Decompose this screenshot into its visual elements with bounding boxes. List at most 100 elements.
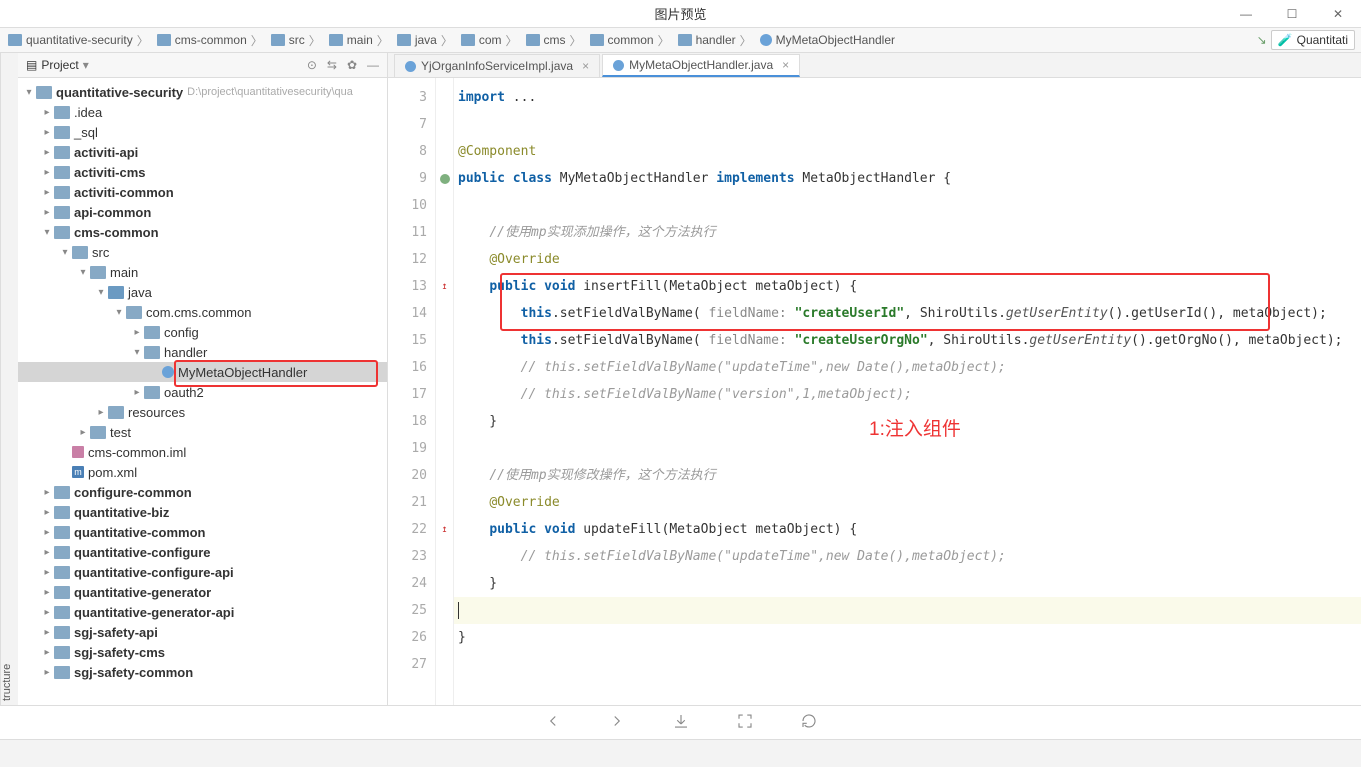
tree-row[interactable]: ·cms-common.iml bbox=[18, 442, 387, 462]
next-icon[interactable] bbox=[608, 712, 626, 733]
code-line[interactable]: import ... bbox=[454, 84, 1361, 111]
tree-row[interactable]: ▾handler bbox=[18, 342, 387, 362]
tree-row[interactable]: ▸quantitative-generator bbox=[18, 582, 387, 602]
override-icon[interactable]: ↥ bbox=[441, 281, 447, 292]
tree-row[interactable]: ▸quantitative-configure bbox=[18, 542, 387, 562]
code-line[interactable]: } bbox=[454, 624, 1361, 651]
tree-row[interactable]: ▾java bbox=[18, 282, 387, 302]
code-line[interactable]: // this.setFieldValByName("updateTime",n… bbox=[454, 543, 1361, 570]
tree-row[interactable]: ▸sgj-safety-common bbox=[18, 662, 387, 682]
tree-row[interactable]: ▾src bbox=[18, 242, 387, 262]
tree-row[interactable]: ▸sgj-safety-api bbox=[18, 622, 387, 642]
chevron-down-icon[interactable]: ▾ bbox=[130, 347, 144, 358]
fullscreen-icon[interactable] bbox=[736, 712, 754, 733]
tree-row[interactable]: ▸_sql bbox=[18, 122, 387, 142]
prev-icon[interactable] bbox=[544, 712, 562, 733]
chevron-right-icon[interactable]: ▸ bbox=[40, 507, 54, 518]
tree-row[interactable]: ▸activiti-cms bbox=[18, 162, 387, 182]
chevron-right-icon[interactable]: ▸ bbox=[40, 647, 54, 658]
tree-root[interactable]: ▾ quantitative-security D:\project\quant… bbox=[18, 82, 387, 102]
tree-row[interactable]: ▸quantitative-biz bbox=[18, 502, 387, 522]
breadcrumb-item[interactable]: quantitative-security〉 bbox=[6, 32, 155, 49]
tree-row[interactable]: ▾com.cms.common bbox=[18, 302, 387, 322]
tree-row[interactable]: ▾cms-common bbox=[18, 222, 387, 242]
chevron-down-icon[interactable]: ▾ bbox=[76, 267, 90, 278]
breadcrumb-item[interactable]: handler〉 bbox=[676, 32, 758, 49]
chevron-right-icon[interactable]: ▸ bbox=[40, 167, 54, 178]
chevron-right-icon[interactable]: ▸ bbox=[40, 567, 54, 578]
tree-row[interactable]: ▾main bbox=[18, 262, 387, 282]
chevron-right-icon[interactable]: ▸ bbox=[40, 587, 54, 598]
code-line[interactable]: @Override bbox=[454, 489, 1361, 516]
code-line[interactable] bbox=[454, 651, 1361, 678]
breadcrumb-item[interactable]: main〉 bbox=[327, 32, 395, 49]
tree-row[interactable]: ▸activiti-common bbox=[18, 182, 387, 202]
chevron-right-icon[interactable]: ▸ bbox=[40, 627, 54, 638]
code-line[interactable]: // this.setFieldValByName("updateTime",n… bbox=[454, 354, 1361, 381]
breadcrumb-item[interactable]: src〉 bbox=[269, 32, 327, 49]
code-line[interactable]: public void insertFill(MetaObject metaOb… bbox=[454, 273, 1361, 300]
project-tool-button[interactable]: 1: Project bbox=[0, 53, 18, 705]
implements-icon[interactable] bbox=[440, 174, 450, 184]
minimize-button[interactable]: — bbox=[1223, 0, 1269, 28]
code-line[interactable] bbox=[454, 111, 1361, 138]
collapse-icon[interactable]: ⇆ bbox=[327, 58, 337, 72]
code-line[interactable] bbox=[454, 597, 1361, 624]
structure-tool-button[interactable]: tructure bbox=[0, 625, 18, 705]
code-line[interactable]: this.setFieldValByName( fieldName: "crea… bbox=[454, 300, 1361, 327]
editor-tab[interactable]: MyMetaObjectHandler.java× bbox=[602, 54, 800, 77]
breadcrumb[interactable]: quantitative-security〉cms-common〉src〉mai… bbox=[6, 32, 1257, 49]
dropdown-icon[interactable]: ▾ bbox=[83, 58, 89, 72]
code-line[interactable]: public void updateFill(MetaObject metaOb… bbox=[454, 516, 1361, 543]
chevron-down-icon[interactable]: ▾ bbox=[58, 247, 72, 258]
code-line[interactable]: //使用mp实现添加操作，这个方法执行 bbox=[454, 219, 1361, 246]
chevron-right-icon[interactable]: ▸ bbox=[130, 327, 144, 338]
code-line[interactable]: //使用mp实现修改操作，这个方法执行 bbox=[454, 462, 1361, 489]
chevron-down-icon[interactable]: ▾ bbox=[40, 227, 54, 238]
breadcrumb-item[interactable]: cms〉 bbox=[524, 32, 588, 49]
tree-row[interactable]: ▸api-common bbox=[18, 202, 387, 222]
analyze-icon[interactable]: ↘ bbox=[1257, 33, 1267, 47]
code-line[interactable]: // this.setFieldValByName("version",1,me… bbox=[454, 381, 1361, 408]
target-icon[interactable]: ⊙ bbox=[307, 58, 317, 72]
code-line[interactable]: @Component bbox=[454, 138, 1361, 165]
chevron-down-icon[interactable]: ▾ bbox=[112, 307, 126, 318]
breadcrumb-item[interactable]: java〉 bbox=[395, 32, 459, 49]
breadcrumb-item[interactable]: com〉 bbox=[459, 32, 524, 49]
code-line[interactable]: } bbox=[454, 570, 1361, 597]
code-editor[interactable]: 3789101112131415161718192021222324252627… bbox=[388, 78, 1361, 705]
override-icon[interactable]: ↥ bbox=[441, 524, 447, 535]
chevron-right-icon[interactable]: ▸ bbox=[130, 387, 144, 398]
chevron-right-icon[interactable]: ▸ bbox=[40, 187, 54, 198]
hide-icon[interactable]: — bbox=[367, 58, 379, 72]
close-icon[interactable]: × bbox=[782, 58, 789, 72]
chevron-right-icon[interactable]: ▸ bbox=[40, 527, 54, 538]
editor-tab[interactable]: YjOrganInfoServiceImpl.java× bbox=[394, 54, 600, 77]
tree-row[interactable]: ▸resources bbox=[18, 402, 387, 422]
code-line[interactable] bbox=[454, 192, 1361, 219]
chevron-down-icon[interactable]: ▾ bbox=[22, 87, 36, 98]
tree-row[interactable]: ▸quantitative-generator-api bbox=[18, 602, 387, 622]
chevron-right-icon[interactable]: ▸ bbox=[94, 407, 108, 418]
tree-row[interactable]: ▸activiti-api bbox=[18, 142, 387, 162]
tree-row[interactable]: ▸oauth2 bbox=[18, 382, 387, 402]
download-icon[interactable] bbox=[672, 712, 690, 733]
tree-row[interactable]: ▸test bbox=[18, 422, 387, 442]
tree-row[interactable]: ▸configure-common bbox=[18, 482, 387, 502]
chevron-right-icon[interactable]: ▸ bbox=[76, 427, 90, 438]
chevron-right-icon[interactable]: ▸ bbox=[40, 607, 54, 618]
chevron-right-icon[interactable]: ▸ bbox=[40, 487, 54, 498]
chevron-right-icon[interactable]: ▸ bbox=[40, 127, 54, 138]
tree-row[interactable]: ·mpom.xml bbox=[18, 462, 387, 482]
code-line[interactable]: public class MyMetaObjectHandler impleme… bbox=[454, 165, 1361, 192]
tree-row[interactable]: ▸quantitative-configure-api bbox=[18, 562, 387, 582]
chevron-right-icon[interactable]: ▸ bbox=[40, 207, 54, 218]
tree-row[interactable]: ▸.idea bbox=[18, 102, 387, 122]
chevron-right-icon[interactable]: ▸ bbox=[40, 107, 54, 118]
code-line[interactable]: this.setFieldValByName( fieldName: "crea… bbox=[454, 327, 1361, 354]
tree-row[interactable]: ▸quantitative-common bbox=[18, 522, 387, 542]
breadcrumb-item[interactable]: common〉 bbox=[588, 32, 676, 49]
close-button[interactable]: ✕ bbox=[1315, 0, 1361, 28]
gear-icon[interactable]: ✿ bbox=[347, 58, 357, 72]
tree-row[interactable]: ·MyMetaObjectHandler bbox=[18, 362, 387, 382]
